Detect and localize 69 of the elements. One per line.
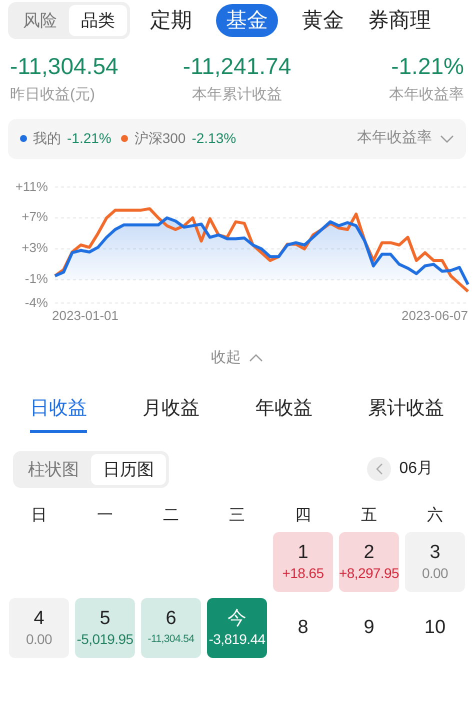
day-amount: 0.00 <box>422 564 448 582</box>
toggle-option[interactable]: 风险 <box>11 4 69 36</box>
chevron-up-icon <box>249 354 263 362</box>
day-number: 5 <box>100 608 110 630</box>
earning-tab[interactable]: 累计收益 <box>368 395 444 432</box>
axis-label: +3% <box>20 241 48 254</box>
category-tab[interactable]: 黄金 <box>302 4 344 36</box>
legend-value: -2.13% <box>192 129 236 148</box>
earning-tab[interactable]: 月收益 <box>142 395 200 432</box>
day-number: 9 <box>364 617 374 639</box>
day-number: 2 <box>364 542 374 564</box>
calendar-day[interactable]: 9 <box>339 598 399 658</box>
stat-value: -11,241.74 <box>182 52 292 80</box>
calendar-day[interactable]: 10 <box>405 598 465 658</box>
stat-value: -11,304.54 <box>10 52 118 80</box>
legend-name: 我的 <box>33 129 61 148</box>
axis-label: +7% <box>20 210 48 224</box>
weekday-label: 日 <box>30 506 48 526</box>
calendar-day[interactable]: 2 +8,297.95 <box>339 532 399 592</box>
day-amount: +18.65 <box>282 564 324 582</box>
category-tab[interactable]: 定期 <box>150 4 192 36</box>
stat-label: 本年收益率 <box>388 85 464 105</box>
collapse-button[interactable]: 收起 <box>211 346 263 369</box>
day-number: 8 <box>298 617 308 639</box>
day-amount: -5,019.95 <box>76 630 134 648</box>
day-number: 10 <box>424 617 446 639</box>
axis-label: +11% <box>14 180 48 192</box>
chevron-left-icon <box>376 463 383 476</box>
calendar-day[interactable]: 8 <box>273 598 333 658</box>
weekday-label: 三 <box>228 506 246 526</box>
day-number: 1 <box>298 542 308 564</box>
earning-tab[interactable]: 日收益 <box>30 395 87 432</box>
today-cell[interactable]: 今 -3,819.44 <box>207 598 267 658</box>
axis-label: 2023-06-07 <box>402 308 468 322</box>
weekday-label: 四 <box>294 506 312 526</box>
category-tab[interactable]: 基金 <box>216 4 278 38</box>
weekday-label: 二 <box>162 506 180 526</box>
day-amount: 0.00 <box>26 630 52 648</box>
previous-month-button[interactable] <box>367 457 392 482</box>
stat-label: 本年累计收益 <box>192 85 282 105</box>
axis-label: 2023-01-01 <box>52 308 118 322</box>
day-number: 3 <box>430 542 440 564</box>
day-amount: +8,297.95 <box>339 564 399 582</box>
calendar-day[interactable]: 4 0.00 <box>9 598 69 658</box>
day-number: 4 <box>34 608 44 630</box>
earning-tab[interactable]: 年收益 <box>255 395 312 432</box>
axis-label: -1% <box>24 272 48 286</box>
day-amount: -11,304.54 <box>148 632 194 647</box>
toggle-option[interactable]: 日历图 <box>91 454 166 485</box>
calendar-day[interactable]: 3 0.00 <box>405 532 465 592</box>
weekday-label: 五 <box>360 506 378 526</box>
day-amount: -3,819.44 <box>208 630 266 648</box>
toggle-option[interactable]: 品类 <box>69 4 127 36</box>
chevron-down-icon <box>440 134 454 142</box>
toggle-option[interactable]: 柱状图 <box>16 454 91 485</box>
weekday-label: 六 <box>426 506 444 526</box>
stat-label: 昨日收益(元) <box>10 85 95 105</box>
category-tab[interactable]: 券商理 <box>368 4 431 36</box>
day-number: 今 <box>228 608 246 630</box>
legend-value: -1.21% <box>67 129 112 148</box>
weekday-label: 一 <box>96 506 114 526</box>
calendar-day[interactable]: 1 +18.65 <box>273 532 333 592</box>
calendar-day[interactable]: 6 -11,304.54 <box>141 598 201 658</box>
calendar-day[interactable]: 5 -5,019.95 <box>75 598 135 658</box>
day-number: 6 <box>166 608 176 630</box>
axis-label: -4% <box>24 296 48 308</box>
legend-name: 沪深300 <box>134 129 186 148</box>
stat-value: -1.21% <box>391 52 464 80</box>
month-label: 06月 <box>399 459 433 480</box>
